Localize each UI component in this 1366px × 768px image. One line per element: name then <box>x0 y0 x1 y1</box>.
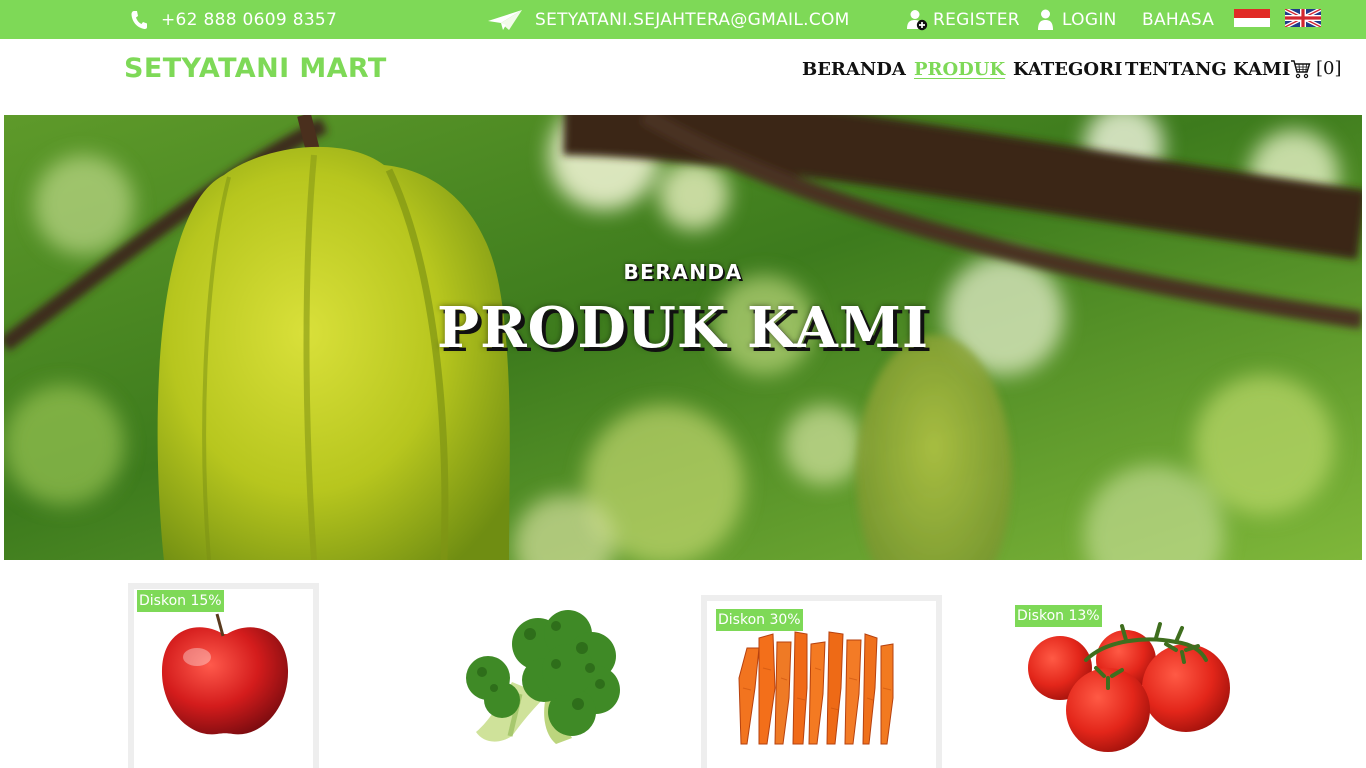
carrots-image <box>738 631 894 745</box>
user-icon <box>1038 9 1053 31</box>
indonesia-flag-icon[interactable] <box>1234 9 1270 27</box>
cart-button[interactable]: [0] <box>1290 58 1342 79</box>
broccoli-image <box>466 610 620 744</box>
discount-badge: Diskon 15% <box>137 590 224 612</box>
register-link[interactable]: REGISTER <box>907 0 1020 39</box>
brand-logo[interactable]: SETYATANI MART <box>124 53 387 84</box>
main-navbar: SETYATANI MART BERANDA PRODUK KATEGORI T… <box>0 39 1366 115</box>
cart-count: [0] <box>1316 58 1342 79</box>
discount-badge: Diskon 30% <box>716 609 803 631</box>
nav-produk[interactable]: PRODUK <box>914 59 1005 80</box>
contact-email[interactable]: SETYATANI.SEJAHTERA@GMAIL.COM <box>487 0 850 39</box>
email-address: SETYATANI.SEJAHTERA@GMAIL.COM <box>535 9 850 30</box>
nav-kategori[interactable]: KATEGORI <box>1013 59 1122 80</box>
discount-badge: Diskon 13% <box>1015 605 1102 627</box>
apple-image <box>161 613 289 735</box>
top-bar: +62 888 0609 8357 SETYATANI.SEJAHTERA@GM… <box>0 0 1366 39</box>
paper-plane-icon <box>487 9 523 31</box>
register-label: REGISTER <box>933 9 1020 30</box>
add-user-icon <box>907 9 928 31</box>
nav-tentang-kami[interactable]: TENTANG KAMI <box>1125 59 1290 80</box>
tomatoes-image <box>1028 622 1230 752</box>
login-label: LOGIN <box>1062 9 1117 30</box>
shopping-cart-icon <box>1291 59 1311 78</box>
hero-title: PRODUK KAMI <box>436 295 930 361</box>
language-label: BAHASA <box>1142 9 1215 30</box>
hero-breadcrumb[interactable]: BERANDA <box>0 260 1366 284</box>
contact-phone[interactable]: +62 888 0609 8357 <box>130 0 337 39</box>
nav-beranda[interactable]: BERANDA <box>802 59 906 80</box>
phone-number: +62 888 0609 8357 <box>161 9 338 30</box>
phone-icon <box>130 10 148 30</box>
uk-flag-icon[interactable] <box>1285 9 1321 27</box>
login-link[interactable]: LOGIN <box>1038 0 1117 39</box>
